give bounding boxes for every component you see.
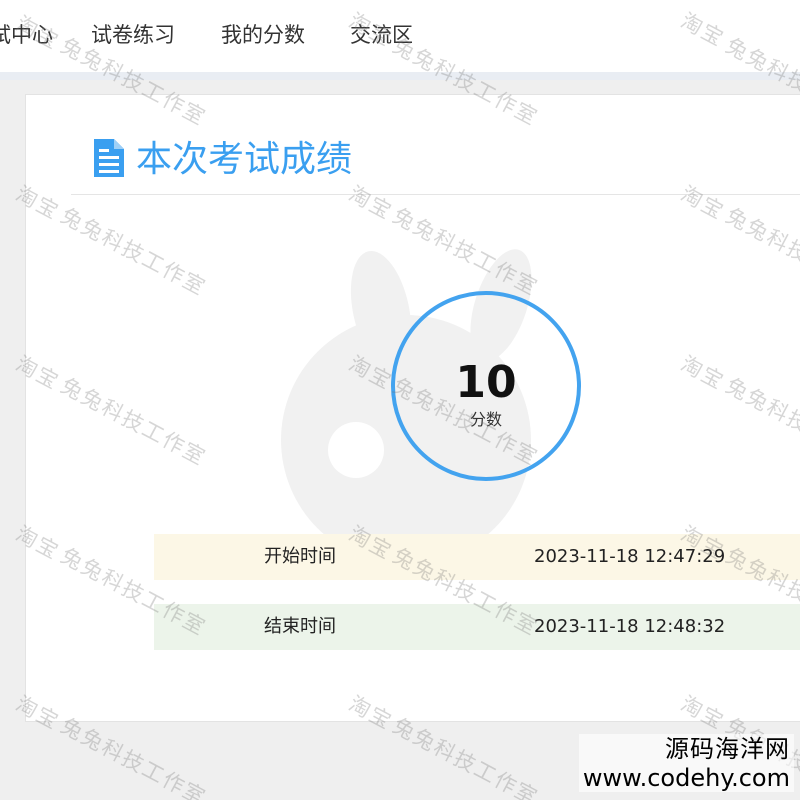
nav-item-my-scores[interactable]: 我的分数: [221, 20, 305, 50]
end-time-row: 结束时间 2023-11-18 12:48:32: [154, 604, 800, 650]
score-label: 分数: [469, 410, 502, 429]
nav-item-forum[interactable]: 交流区: [350, 20, 413, 50]
stamp-url: www.codehy.com: [582, 764, 790, 792]
site-stamp: 源码海洋网 www.codehy.com: [578, 734, 794, 792]
watermark-text: 兔兔科技工作室: [56, 713, 211, 800]
stamp-name: 源码海洋网: [665, 735, 790, 763]
start-time-value: 2023-11-18 12:47:29: [534, 546, 726, 567]
watermark-text: 兔兔科技工作室: [388, 713, 543, 800]
end-time-value: 2023-11-18 12:48:32: [534, 616, 726, 637]
result-panel: 本次考试成绩 10 分数 开始时间 2023-11-18 12:47:29 结束…: [25, 94, 800, 722]
start-time-label: 开始时间: [264, 546, 336, 567]
top-navigation: 试中心 试卷练习 我的分数 交流区: [0, 0, 800, 73]
title-divider: [71, 194, 800, 195]
nav-divider: [0, 72, 800, 80]
score-circle: 10 分数: [391, 291, 581, 481]
nav-item-practice[interactable]: 试卷练习: [91, 20, 175, 50]
start-time-row: 开始时间 2023-11-18 12:47:29: [154, 534, 800, 580]
score-value: 10: [455, 357, 517, 408]
nav-item-exam-center[interactable]: 试中心: [0, 20, 53, 50]
document-icon: [94, 139, 124, 177]
page-title: 本次考试成绩: [136, 139, 353, 180]
end-time-label: 结束时间: [264, 616, 336, 637]
